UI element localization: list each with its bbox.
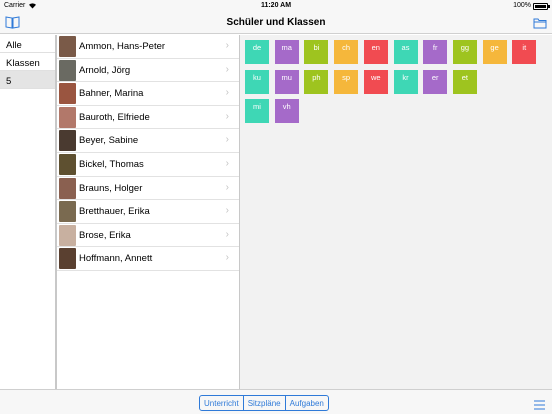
avatar <box>59 224 76 246</box>
avatar <box>59 59 76 81</box>
battery-percent: 100% <box>513 2 531 9</box>
navigation-bar: Schüler und Klassen <box>0 12 552 34</box>
view-segmented-control: Unterricht Sitzpläne Aufgaben <box>199 395 329 411</box>
avatar <box>59 248 76 270</box>
student-list: Ammon, Hans-Peter › Arnold, Jörg › Bahner, M… <box>56 35 240 389</box>
avatar <box>59 153 76 175</box>
chevron-right-icon: › <box>225 87 229 99</box>
chevron-right-icon: › <box>225 228 229 240</box>
sidebar: Alle Klassen 5 <box>0 35 56 389</box>
class-tile[interactable]: ge <box>482 40 507 64</box>
class-grid: de ma bi ch en as fr gg ge it ku mu ph sp we kr er et mi vh <box>240 35 552 389</box>
student-name: Bahner, Marina <box>79 88 144 100</box>
class-tile[interactable]: as <box>393 40 418 64</box>
chevron-right-icon: › <box>225 205 229 217</box>
student-row[interactable]: Brauns, Holger › <box>57 177 239 201</box>
chevron-right-icon: › <box>225 134 229 146</box>
chevron-right-icon: › <box>225 181 229 193</box>
student-row[interactable]: Beyer, Sabine › <box>57 129 239 153</box>
student-row[interactable]: Bahner, Marina › <box>57 82 239 106</box>
avatar <box>59 130 76 152</box>
student-name: Bauroth, Elfriede <box>79 111 150 123</box>
student-name: Ammon, Hans-Peter <box>79 41 166 52</box>
avatar <box>59 177 76 199</box>
student-row[interactable]: Bickel, Thomas › <box>57 153 239 177</box>
class-tile[interactable]: en <box>363 40 388 64</box>
tab-sitzplaene[interactable]: Sitzpläne <box>244 396 286 410</box>
class-tile[interactable]: de <box>245 40 269 64</box>
avatar <box>59 106 76 128</box>
bottom-toolbar: Unterricht Sitzpläne Aufgaben <box>0 389 552 414</box>
sidebar-item-alle[interactable]: Alle <box>0 35 55 53</box>
chevron-right-icon: › <box>225 63 229 75</box>
student-row[interactable]: Bauroth, Elfriede › <box>57 106 239 130</box>
avatar <box>59 36 76 57</box>
list-menu-icon[interactable] <box>534 397 545 415</box>
student-name: Bickel, Thomas <box>79 158 144 170</box>
class-tile[interactable]: ch <box>334 40 359 64</box>
avatar <box>59 201 76 223</box>
student-name: Hoffmann, Annett <box>79 253 153 265</box>
status-bar: Carrier 11:20 AM 100% <box>0 0 552 12</box>
student-name: Arnold, Jörg <box>79 64 131 76</box>
folder-icon[interactable] <box>533 16 547 34</box>
class-tile[interactable]: we <box>363 69 388 94</box>
student-row[interactable]: Hoffmann, Annett › <box>57 247 239 271</box>
class-tile[interactable]: mi <box>245 99 269 123</box>
class-tile[interactable]: bi <box>304 40 329 64</box>
class-tile[interactable]: ku <box>245 69 269 94</box>
class-tile[interactable]: ma <box>274 40 299 64</box>
class-tile[interactable]: vh <box>274 99 299 123</box>
class-tile[interactable]: ph <box>304 69 329 94</box>
battery-icon <box>533 3 550 10</box>
class-tile[interactable]: er <box>423 69 448 94</box>
avatar <box>59 83 76 105</box>
class-tile[interactable]: it <box>512 40 537 64</box>
class-tile[interactable]: kr <box>393 69 418 94</box>
student-name: Bretthauer, Erika <box>79 206 150 218</box>
status-time: 11:20 AM <box>260 2 292 9</box>
student-name: Brauns, Holger <box>79 182 143 194</box>
tab-unterricht[interactable]: Unterricht <box>200 396 244 410</box>
class-tile[interactable]: mu <box>274 69 299 94</box>
student-row[interactable]: Ammon, Hans-Peter › <box>57 35 239 59</box>
student-row[interactable]: Arnold, Jörg › <box>57 59 239 83</box>
class-tile[interactable]: fr <box>423 40 448 64</box>
chevron-right-icon: › <box>225 110 229 122</box>
chevron-right-icon: › <box>225 40 229 51</box>
student-row[interactable]: Bretthauer, Erika › <box>57 200 239 224</box>
class-tile[interactable]: gg <box>452 40 477 64</box>
student-row[interactable]: Brose, Erika › <box>57 224 239 248</box>
student-name: Beyer, Sabine <box>79 135 139 147</box>
student-name: Brose, Erika <box>79 229 131 241</box>
class-tile[interactable]: sp <box>334 69 359 94</box>
sidebar-item-klassen[interactable]: Klassen <box>0 53 55 71</box>
chevron-right-icon: › <box>225 157 229 169</box>
tab-aufgaben[interactable]: Aufgaben <box>286 396 328 410</box>
chevron-right-icon: › <box>225 252 229 264</box>
class-tile[interactable]: et <box>452 69 477 94</box>
page-title: Schüler und Klassen <box>226 17 326 28</box>
sidebar-item-5[interactable]: 5 <box>0 71 55 89</box>
